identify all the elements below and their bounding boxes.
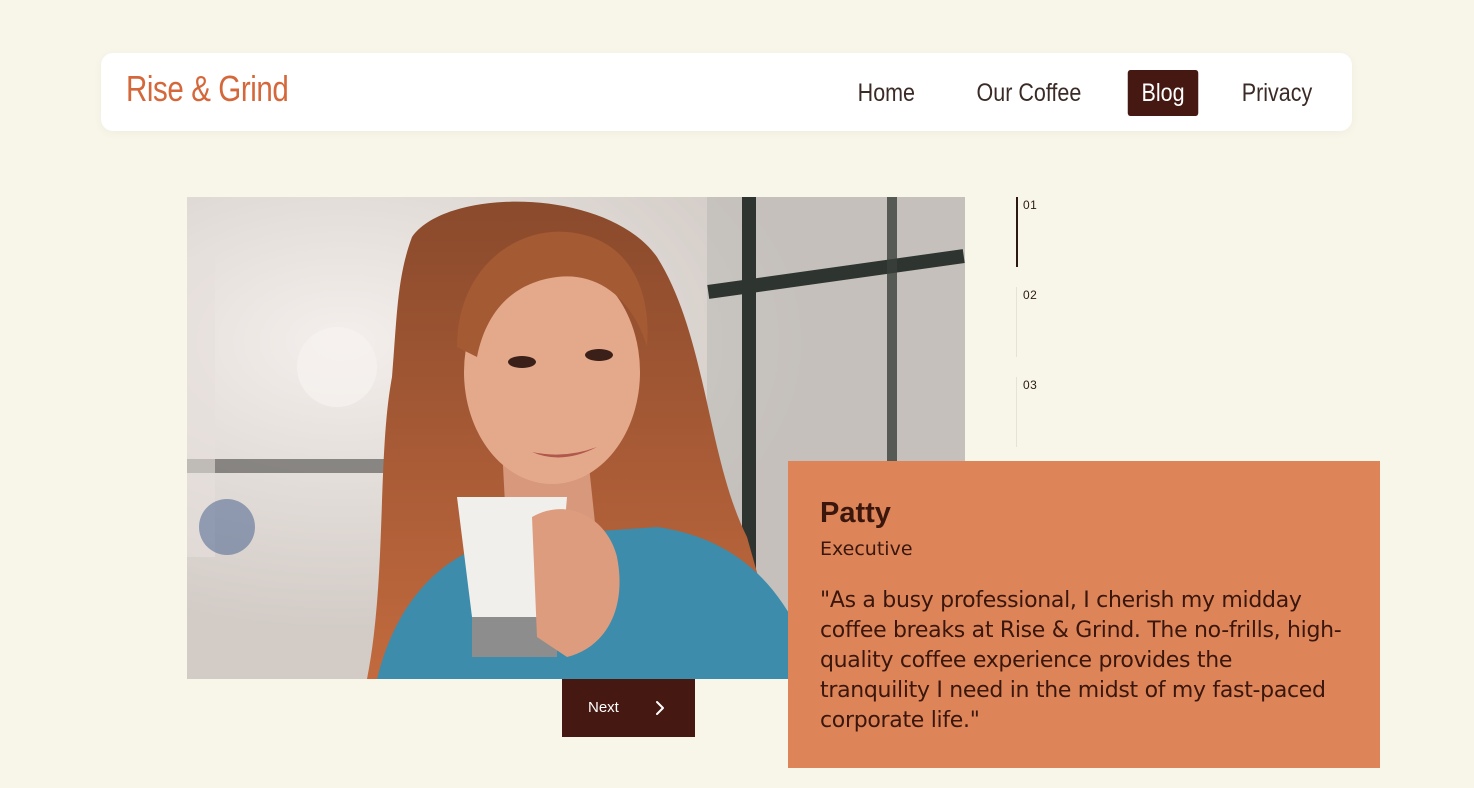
testimonial-quote: "As a busy professional, I cherish my mi…	[820, 588, 1342, 733]
brand-logo[interactable]: Rise & Grind	[126, 67, 289, 111]
indicator-number: 03	[1023, 378, 1038, 392]
slide-indicator-01[interactable]: 01	[1016, 197, 1076, 267]
slide-indicator-03[interactable]: 03	[1016, 377, 1076, 447]
page: Rise & Grind Home Our Coffee Blog Privac…	[0, 0, 1474, 788]
chevron-right-icon	[656, 701, 664, 715]
indicator-bar	[1016, 377, 1017, 447]
nav-home[interactable]: Home	[844, 70, 929, 116]
main-nav: Home Our Coffee Blog Privacy	[821, 70, 1334, 116]
next-button[interactable]: Next	[562, 679, 695, 737]
indicator-bar	[1016, 197, 1018, 267]
testimonial-role: Executive	[820, 538, 913, 560]
indicator-number: 01	[1023, 198, 1038, 212]
indicator-number: 02	[1023, 288, 1038, 302]
next-button-label: Next	[588, 699, 619, 716]
testimonial-name: Patty	[820, 497, 891, 529]
testimonial-card: Patty Executive "As a busy professional,…	[788, 461, 1380, 768]
nav-our-coffee[interactable]: Our Coffee	[963, 70, 1095, 116]
indicator-bar	[1016, 287, 1017, 357]
slide-indicator-02[interactable]: 02	[1016, 287, 1076, 357]
site-header: Rise & Grind Home Our Coffee Blog Privac…	[101, 53, 1352, 131]
slide-indicators: 01 02 03	[1016, 197, 1076, 467]
nav-blog[interactable]: Blog	[1127, 70, 1199, 116]
nav-privacy[interactable]: Privacy	[1228, 70, 1326, 116]
